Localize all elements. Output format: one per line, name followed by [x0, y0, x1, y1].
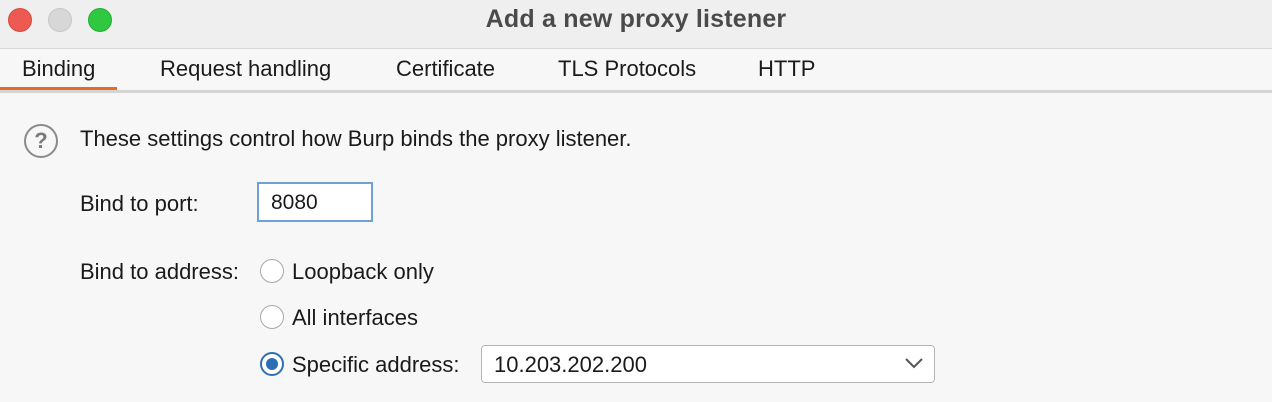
tab-request-handling[interactable]: Request handling: [138, 49, 353, 90]
help-icon[interactable]: ?: [24, 124, 58, 158]
window-title: Add a new proxy listener: [485, 5, 787, 33]
all-interfaces-radio[interactable]: [260, 305, 284, 329]
loopback-only-radio[interactable]: [260, 259, 284, 283]
all-interfaces-label[interactable]: All interfaces: [292, 305, 418, 331]
specific-address-label[interactable]: Specific address:: [292, 352, 460, 378]
tab-tls-protocols[interactable]: TLS Protocols: [536, 49, 718, 90]
specific-address-select[interactable]: 10.203.202.200: [481, 345, 935, 383]
loopback-only-label[interactable]: Loopback only: [292, 259, 434, 285]
title-bar: Add a new proxy listener: [0, 0, 1272, 49]
bind-address-label: Bind to address:: [80, 259, 239, 284]
tab-certificate[interactable]: Certificate: [374, 49, 517, 90]
bind-port-label: Bind to port:: [80, 191, 199, 216]
binding-description: These settings control how Burp binds th…: [80, 126, 632, 151]
specific-address-radio[interactable]: [260, 352, 284, 376]
tab-http[interactable]: HTTP: [736, 49, 837, 90]
tab-binding[interactable]: Binding: [0, 49, 118, 90]
tab-bar: Binding Request handling Certificate TLS…: [0, 49, 1272, 93]
specific-address-value: 10.203.202.200: [494, 352, 647, 377]
bind-port-input[interactable]: 8080: [257, 182, 373, 222]
chevron-down-icon: [905, 358, 923, 369]
